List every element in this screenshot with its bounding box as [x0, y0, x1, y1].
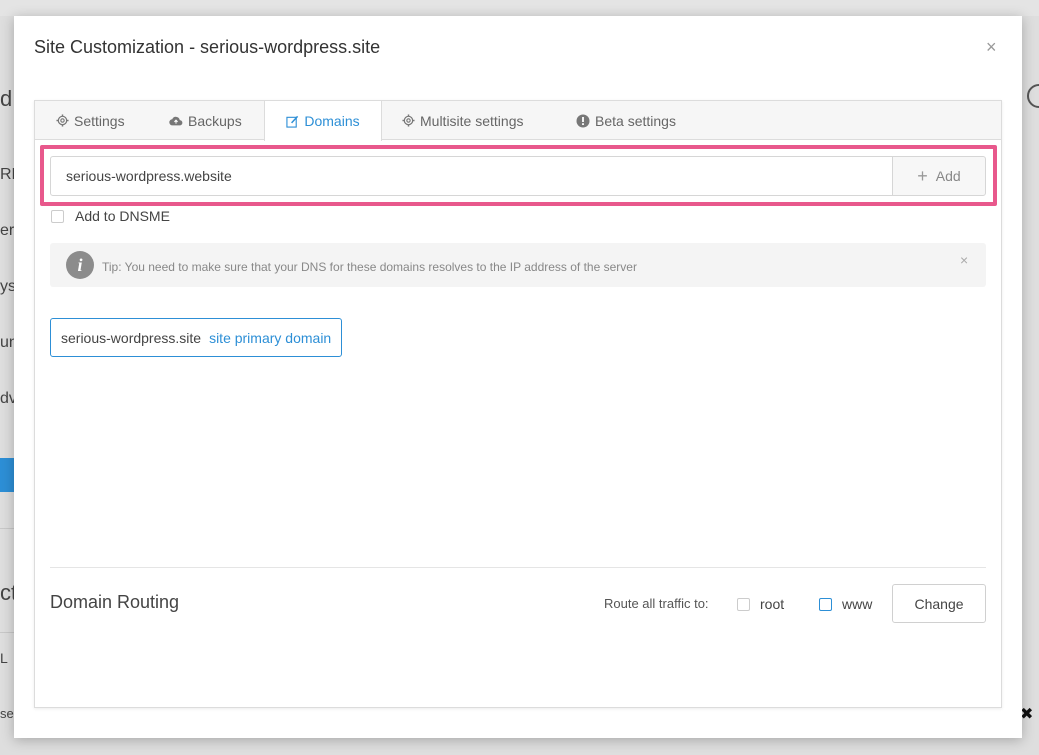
- background-left-edge: [0, 16, 14, 755]
- tip-close-icon[interactable]: ×: [960, 252, 968, 268]
- background-text-fragment: un: [0, 334, 14, 351]
- tab-label: Domains: [304, 113, 360, 129]
- add-button-label: Add: [935, 168, 961, 184]
- tab-label: Backups: [188, 112, 242, 129]
- tab-beta-settings[interactable]: Beta settings: [576, 101, 676, 140]
- dnsme-option: Add to DNSME: [51, 208, 170, 224]
- background-text-fragment: RL: [0, 166, 14, 183]
- background-close-icon: ✖: [1020, 706, 1034, 723]
- primary-domain-badge: site primary domain: [209, 329, 332, 346]
- tab-label: Multisite settings: [420, 112, 524, 129]
- tab-label: Beta settings: [595, 112, 676, 129]
- exclamation-circle-icon: [576, 114, 590, 128]
- background-text-fragment: L: [0, 650, 8, 666]
- tab-bar: Settings Backups Domains Multisite setti…: [35, 101, 1001, 141]
- dnsme-checkbox[interactable]: [51, 209, 64, 223]
- background-text-fragment: erv: [0, 222, 14, 239]
- background-bottom-edge: [0, 738, 1039, 755]
- close-icon[interactable]: ×: [986, 38, 997, 56]
- tab-domains[interactable]: Domains: [264, 101, 382, 141]
- domain-list-item[interactable]: serious-wordpress.site site primary doma…: [50, 318, 343, 357]
- tab-backups[interactable]: Backups: [169, 101, 242, 140]
- background-text-fragment: se: [0, 706, 14, 721]
- section-divider: [50, 567, 986, 568]
- gear-icon: [56, 114, 69, 127]
- tab-panel: Settings Backups Domains Multisite setti…: [34, 100, 1002, 708]
- route-option-label: www: [842, 596, 873, 612]
- plus-icon: +: [917, 166, 928, 186]
- dnsme-label: Add to DNSME: [75, 208, 170, 224]
- cloud-icon: [169, 115, 183, 127]
- background-text-fragment: d: [0, 86, 13, 111]
- background-top-bar: [0, 0, 1039, 16]
- background-divider: [0, 528, 14, 529]
- tab-label: Settings: [74, 112, 125, 129]
- tab-settings[interactable]: Settings: [56, 101, 125, 140]
- tip-alert: i Tip: You need to make sure that your D…: [50, 243, 986, 287]
- root-checkbox[interactable]: [737, 597, 750, 611]
- background-text-fragment: dv: [0, 390, 14, 407]
- www-checkbox[interactable]: [819, 597, 832, 611]
- background-text-fragment: yst: [0, 278, 14, 295]
- route-option-label: root: [760, 596, 785, 612]
- route-traffic-label: Route all traffic to:: [604, 596, 709, 611]
- site-customization-modal: Site Customization - serious-wordpress.s…: [14, 16, 1022, 738]
- tip-text: Tip: You need to make sure that your DNS…: [102, 260, 637, 274]
- route-option-root[interactable]: root: [737, 596, 784, 612]
- background-text-fragment: ct: [0, 580, 14, 605]
- background-divider: [0, 632, 14, 633]
- domain-routing-title: Domain Routing: [50, 592, 180, 612]
- add-domain-button[interactable]: + Add: [892, 156, 986, 196]
- change-routing-button[interactable]: Change: [892, 584, 986, 623]
- domain-name: serious-wordpress.site: [61, 329, 202, 346]
- modal-title: Site Customization - serious-wordpress.s…: [34, 37, 381, 57]
- edit-icon: [286, 115, 299, 128]
- route-option-www[interactable]: www: [819, 596, 872, 612]
- background-right-edge: [1022, 16, 1039, 755]
- background-blue-button: [0, 458, 14, 492]
- info-icon: i: [66, 251, 94, 279]
- gear-icon: [402, 114, 415, 127]
- domain-input[interactable]: [50, 156, 893, 196]
- tab-multisite-settings[interactable]: Multisite settings: [402, 101, 523, 140]
